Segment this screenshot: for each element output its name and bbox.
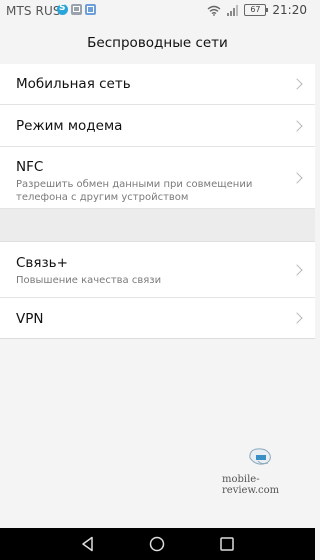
battery-icon: 67 (244, 4, 269, 16)
vpn-item[interactable]: VPN (0, 298, 315, 339)
svyaz-plus-subtitle: Повышение качества связи (16, 275, 162, 286)
section-divider (0, 209, 315, 242)
mobile-review-logo-icon (247, 446, 275, 468)
modem-mode-title: Режим модема (16, 118, 123, 134)
mobile-network-title: Мобильная сеть (16, 76, 131, 92)
clock: 21:20 (272, 3, 307, 17)
carrier-name: MTS RUS (6, 4, 61, 18)
photo-icon (71, 4, 82, 15)
wifi-icon (207, 5, 221, 16)
skype-icon (57, 3, 68, 15)
back-icon[interactable] (80, 536, 96, 556)
settings-list: Мобильная сеть Режим модема NFC Разрешит… (0, 64, 315, 339)
square-app-icon (85, 4, 96, 15)
page-title: Беспроводные сети (0, 22, 315, 65)
svyaz-plus-item[interactable]: Связь+ Повышение качества связи (0, 242, 315, 298)
mobile-network-item[interactable]: Мобильная сеть (0, 64, 315, 105)
nfc-title: NFC (16, 159, 44, 175)
notification-icons (57, 3, 96, 15)
status-bar: MTS RUS 67 21:20 (0, 0, 315, 22)
home-icon[interactable] (149, 536, 165, 556)
nfc-item[interactable]: NFC Разрешить обмен данными при совмещен… (0, 147, 315, 209)
modem-mode-item[interactable]: Режим модема (0, 105, 315, 147)
nfc-subtitle: Разрешить обмен данными при совмещении т… (16, 179, 253, 203)
status-indicators: 67 21:20 (207, 3, 307, 17)
svyaz-plus-title: Связь+ (16, 255, 68, 271)
signal-icon (227, 4, 239, 16)
navigation-bar (0, 528, 315, 560)
vpn-title: VPN (16, 311, 44, 327)
recent-apps-icon[interactable] (219, 536, 235, 556)
watermark: mobile-review.com (222, 474, 280, 496)
